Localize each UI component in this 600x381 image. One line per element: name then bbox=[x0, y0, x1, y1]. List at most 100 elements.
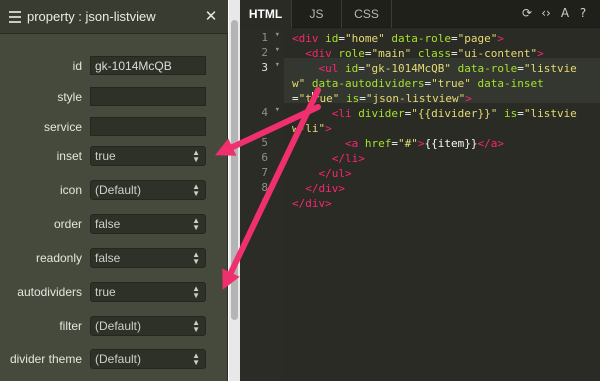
select-value: true bbox=[95, 285, 116, 299]
tab-html[interactable]: HTML bbox=[240, 0, 292, 28]
code-token: </div> bbox=[292, 197, 332, 210]
code-token: = bbox=[450, 32, 458, 45]
property-row-id: id bbox=[0, 56, 228, 78]
code-token: {{item}} bbox=[424, 137, 478, 150]
code-line: ="true" is="json-listview"> bbox=[292, 91, 472, 106]
code-token: <div bbox=[292, 32, 326, 45]
line-number: 7 bbox=[261, 166, 268, 179]
refresh-icon[interactable]: ⟳ bbox=[520, 6, 534, 22]
code-token: "page" bbox=[457, 32, 498, 45]
property-label: inset bbox=[56, 149, 82, 163]
code-line: <a href="#">{{item}}</a> bbox=[292, 136, 504, 151]
icon-select[interactable]: (Default) ▲ ▼ bbox=[90, 180, 206, 200]
property-label: divider theme bbox=[9, 352, 82, 366]
code-token: data-autodividers bbox=[311, 77, 425, 90]
style-input[interactable] bbox=[90, 87, 206, 106]
code-line: <div id="home" data-role="page"> bbox=[292, 31, 504, 46]
code-token: is bbox=[346, 92, 360, 105]
code-token: </a> bbox=[477, 137, 504, 150]
code-token: "main" bbox=[371, 47, 412, 60]
code-token: > bbox=[325, 122, 332, 135]
code-token: divider bbox=[358, 107, 405, 120]
code-token: "ui-content" bbox=[457, 47, 538, 60]
divider-theme-select[interactable]: (Default) ▲ ▼ bbox=[90, 349, 206, 369]
line-number: 5 bbox=[261, 136, 268, 149]
code-token: is bbox=[503, 107, 518, 120]
code-token: <div bbox=[305, 47, 339, 60]
code-token: = bbox=[517, 107, 524, 120]
code-line: w" data-autodividers="true" data-inset bbox=[292, 76, 544, 91]
code-line: </div> bbox=[292, 196, 332, 211]
code-token: </ul> bbox=[318, 167, 352, 180]
code-token: "{{divider}}" bbox=[411, 107, 498, 120]
panel-scrollbar[interactable] bbox=[229, 0, 240, 381]
property-label: autodividers bbox=[17, 285, 82, 299]
code-token: = bbox=[517, 62, 524, 75]
line-number: 2 ▾ bbox=[261, 45, 280, 59]
close-icon[interactable]: ✕ bbox=[203, 7, 219, 25]
code-token: "home" bbox=[345, 32, 385, 45]
code-line: </ul> bbox=[292, 166, 352, 181]
code-token: = bbox=[359, 92, 366, 105]
code-token: "#" bbox=[397, 137, 418, 150]
code-token: "listvie bbox=[523, 107, 577, 120]
line-gutter: 1 ▾ 2 ▾ 3 ▾ 4 ▾ 5 6 7 8 9 bbox=[240, 28, 284, 381]
scrollbar-thumb[interactable] bbox=[231, 20, 238, 320]
select-arrows-icon: ▲ ▼ bbox=[192, 351, 200, 367]
select-value: false bbox=[95, 251, 121, 265]
property-row-readonly: readonly false ▲ ▼ bbox=[0, 248, 228, 270]
select-arrows-icon: ▲ ▼ bbox=[192, 318, 200, 334]
help-icon[interactable]: ? bbox=[576, 6, 590, 22]
code-token: <li bbox=[331, 107, 359, 120]
select-arrows-icon: ▲ ▼ bbox=[192, 216, 200, 232]
code-token: data-inset bbox=[477, 77, 544, 90]
code-token: > bbox=[465, 92, 472, 105]
tab-js[interactable]: JS bbox=[292, 0, 342, 28]
property-row-filter: filter (Default) ▲ ▼ bbox=[0, 316, 228, 338]
code-line: </div> bbox=[292, 181, 345, 196]
font-icon[interactable]: A bbox=[558, 6, 572, 22]
select-value: (Default) bbox=[95, 352, 142, 366]
id-input[interactable] bbox=[90, 56, 206, 75]
property-label: icon bbox=[59, 183, 82, 197]
service-input[interactable] bbox=[90, 117, 206, 136]
property-row-icon: icon (Default) ▲ ▼ bbox=[0, 180, 228, 202]
property-label: readonly bbox=[35, 251, 82, 265]
code-token: role bbox=[338, 47, 365, 60]
code-token: data-role bbox=[457, 62, 518, 75]
property-label: order bbox=[53, 217, 82, 231]
code-token: href bbox=[364, 137, 392, 150]
line-number: 1 ▾ bbox=[261, 30, 280, 44]
select-arrows-icon: ▲ ▼ bbox=[192, 250, 200, 266]
line-number: 6 bbox=[261, 151, 268, 164]
property-row-order: order false ▲ ▼ bbox=[0, 214, 228, 236]
code-icon[interactable]: ‹› bbox=[536, 6, 556, 22]
code-token: id bbox=[325, 32, 339, 45]
editor-tabbar: HTML JS CSS ⟳ ‹› A ? bbox=[240, 0, 600, 28]
code-token: w-li" bbox=[292, 122, 326, 135]
autodividers-select[interactable]: true ▲ ▼ bbox=[90, 282, 206, 302]
readonly-select[interactable]: false ▲ ▼ bbox=[90, 248, 206, 268]
select-value: false bbox=[95, 217, 121, 231]
code-line: <ul id="gk-1014McQB" data-role="listvie bbox=[292, 61, 577, 76]
code-token: "true" bbox=[431, 77, 471, 90]
panel-title: property : json-listview bbox=[27, 9, 156, 24]
tab-css[interactable]: CSS bbox=[342, 0, 392, 28]
filter-select[interactable]: (Default) ▲ ▼ bbox=[90, 316, 206, 336]
property-row-autodividers: autodividers true ▲ ▼ bbox=[0, 282, 228, 304]
code-editor: HTML JS CSS ⟳ ‹› A ? 1 ▾ 2 ▾ 3 ▾ 4 ▾ 5 6 7 8… bbox=[240, 0, 600, 381]
property-label: filter bbox=[59, 319, 82, 333]
line-number: 9 bbox=[261, 196, 268, 209]
property-row-inset: inset true ▲ ▼ bbox=[0, 146, 228, 168]
property-label: id bbox=[72, 59, 82, 73]
inset-select[interactable]: true ▲ ▼ bbox=[90, 146, 206, 166]
order-select[interactable]: false ▲ ▼ bbox=[90, 214, 206, 234]
